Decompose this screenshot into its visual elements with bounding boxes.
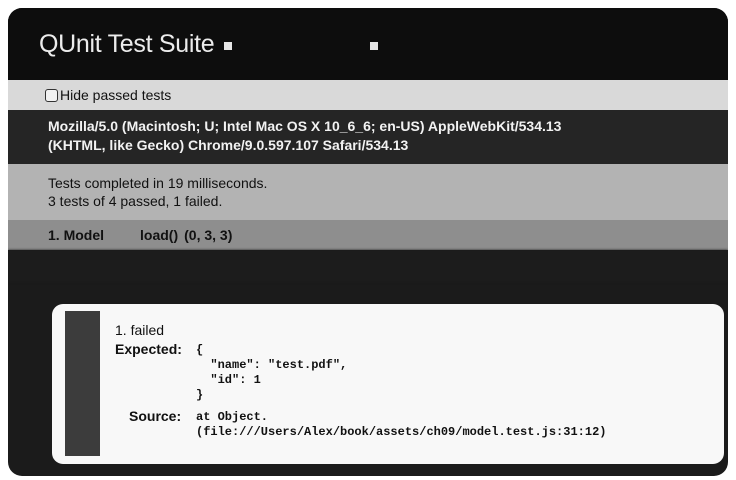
test-counts: (0, 3, 3) [184,227,233,243]
test-tally: 3 tests of 4 passed, 1 failed. [48,193,223,209]
breadcrumb-separator-icon [370,42,379,50]
test-item-passed[interactable]: 1. Model load() (0, 3, 3) [8,220,728,250]
expected-value: { "name": "test.pdf", "id": 1 } [196,343,348,402]
user-agent: Mozilla/5.0 (Macintosh; U; Intel Mac OS … [8,110,728,164]
qunit-toolbar: Hide passed tests [8,80,728,110]
fail-status-bar [65,311,100,456]
breadcrumb-separator-icon [224,42,233,50]
test-name-label [107,227,137,243]
test-item-failed[interactable] [8,250,728,282]
user-agent-line: Mozilla/5.0 (Macintosh; U; Intel Mac OS … [48,118,562,134]
expected-label: Expected: [115,341,182,357]
test-timing: Tests completed in 19 milliseconds. [48,175,268,191]
assertion-details: 1. failed Expected: { "name": "test.pdf"… [52,304,724,464]
assertion-message: 1. failed [115,322,165,338]
breadcrumb-module-link[interactable] [240,32,360,57]
test-result-summary: Tests completed in 19 milliseconds. 3 te… [8,164,728,220]
user-agent-line: (KHTML, like Gecko) Chrome/9.0.597.107 S… [48,137,409,153]
test-module-label: 1. Model [48,227,105,243]
test-function-label: load() [140,227,179,243]
qunit-window: QUnit Test Suite Hide passed tests Mozil… [8,8,728,476]
qunit-banner: QUnit Test Suite [8,8,728,80]
test-module-label [48,258,288,274]
breadcrumb-test-link[interactable] [386,32,516,57]
source-value: at Object. (file:///Users/Alex/book/asse… [196,410,607,439]
source-label: Source: [129,408,182,424]
hide-passed-checkbox[interactable] [45,88,58,102]
hide-passed-label[interactable]: Hide passed tests [60,87,171,103]
page-title[interactable]: QUnit Test Suite [39,30,215,59]
